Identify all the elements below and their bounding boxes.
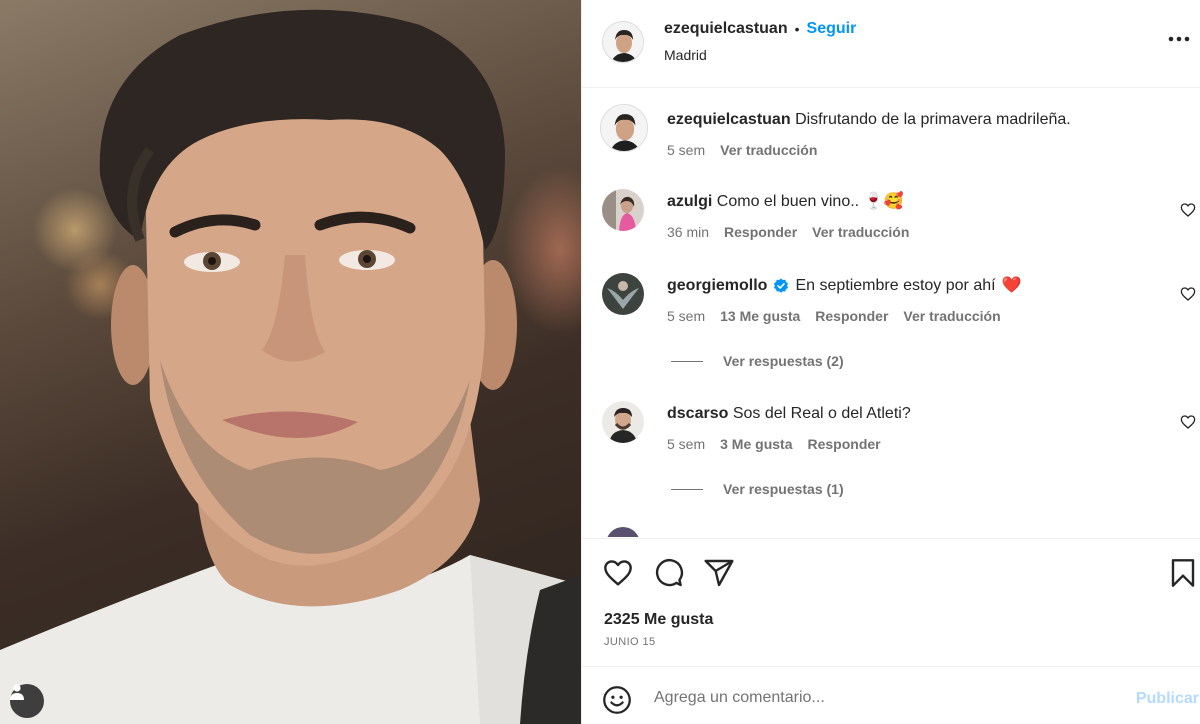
comment-icon[interactable] (652, 557, 684, 589)
comment-time[interactable]: 5 sem (667, 436, 705, 452)
comment-likes-count[interactable]: 3 Me gusta (720, 436, 792, 452)
heart-icon[interactable] (602, 557, 634, 589)
post-location[interactable]: Madrid (664, 47, 707, 63)
follow-button[interactable]: Seguir (807, 20, 857, 38)
caption-time[interactable]: 5 sem (667, 142, 705, 158)
author-avatar[interactable] (602, 21, 644, 63)
view-replies-button[interactable]: Ver respuestas (2) (671, 353, 844, 369)
comment-time[interactable]: 5 sem (667, 308, 705, 324)
comment-text: dscarso Sos del Real o del Atleti? (667, 403, 911, 425)
header-title-line: ezequielcastuan • Seguir (664, 20, 856, 38)
author-username[interactable]: ezequielcastuan (664, 20, 788, 38)
caption-translate-link[interactable]: Ver traducción (720, 142, 817, 158)
comment-text: georgiemollo En septiembre estoy por ahí… (667, 275, 1021, 297)
caption-meta: 5 sem Ver traducción (667, 142, 817, 158)
translate-link[interactable]: Ver traducción (812, 224, 909, 240)
comment-emojis: ❤️ (1001, 277, 1022, 294)
comment-username[interactable]: georgiemollo (667, 275, 767, 297)
more-options-button[interactable] (1168, 28, 1190, 50)
avatar-image (602, 401, 644, 443)
reply-link[interactable]: Responder (724, 224, 797, 240)
comment-message: En septiembre estoy por ahí (795, 277, 996, 294)
translate-link[interactable]: Ver traducción (903, 308, 1000, 324)
comment-meta: 36 min Responder Ver traducción (667, 224, 909, 240)
instagram-post-modal: ezequielcastuan • Seguir Madrid ezequiel… (0, 0, 1200, 724)
comment-like-icon[interactable] (1180, 414, 1196, 430)
caption-avatar[interactable] (600, 104, 648, 152)
comment-avatar[interactable] (602, 189, 644, 231)
comment-meta: 5 sem 13 Me gusta Responder Ver traducci… (667, 308, 1001, 324)
add-comment-bar: Publicar (582, 666, 1200, 724)
caption-text: ezequielcastuan Disfrutando de la primav… (667, 109, 1071, 131)
publish-button[interactable]: Publicar (1136, 690, 1199, 708)
post-header: ezequielcastuan • Seguir Madrid (582, 0, 1200, 88)
tagged-users-button[interactable] (10, 684, 44, 718)
reply-link[interactable]: Responder (807, 436, 880, 452)
post-details-panel: ezequielcastuan • Seguir Madrid ezequiel… (581, 0, 1200, 724)
view-replies-label: Ver respuestas (1) (723, 481, 844, 497)
share-icon[interactable] (703, 557, 735, 589)
replies-divider-line (671, 488, 703, 490)
caption-username[interactable]: ezequielcastuan (667, 111, 791, 128)
user-icon (10, 684, 24, 700)
emoji-icon[interactable] (602, 685, 632, 715)
view-replies-button[interactable]: Ver respuestas (1) (671, 481, 844, 497)
comment-like-icon[interactable] (1180, 202, 1196, 218)
comment-text: azulgi Como el buen vino.. 🍷🥰 (667, 191, 903, 213)
comment-message: Sos del Real o del Atleti? (732, 405, 911, 422)
replies-divider-line (671, 360, 703, 362)
bookmark-icon[interactable] (1167, 557, 1199, 589)
more-horizontal-icon (1168, 36, 1190, 42)
post-photo[interactable] (0, 0, 581, 724)
comment-like-icon[interactable] (1180, 286, 1196, 302)
likes-count[interactable]: 2325 Me gusta (604, 611, 713, 629)
view-replies-label: Ver respuestas (2) (723, 353, 844, 369)
separator-dot: • (794, 21, 800, 37)
comment-input[interactable] (654, 683, 1094, 713)
comment-username[interactable]: dscarso (667, 405, 728, 422)
post-date[interactable]: JUNIO 15 (604, 636, 656, 648)
reply-link[interactable]: Responder (815, 308, 888, 324)
caption-message: Disfrutando de la primavera madrileña. (795, 111, 1071, 128)
avatar-image (601, 105, 647, 151)
comment-time[interactable]: 36 min (667, 224, 709, 240)
comment-emojis: 🍷🥰 (863, 193, 904, 210)
avatar-image (602, 189, 644, 231)
next-comment-avatar (606, 527, 640, 537)
post-actions: 2325 Me gusta JUNIO 15 (582, 538, 1200, 666)
verified-badge-icon (774, 278, 789, 293)
comment-avatar[interactable] (602, 401, 644, 443)
comment-likes-count[interactable]: 13 Me gusta (720, 308, 800, 324)
portrait-illustration (0, 9, 581, 724)
avatar-image (603, 22, 643, 62)
comment-message: Como el buen vino.. (716, 193, 864, 210)
comment-meta: 5 sem 3 Me gusta Responder (667, 436, 881, 452)
comment-avatar[interactable] (602, 273, 644, 315)
comments-list[interactable]: ezequielcastuan Disfrutando de la primav… (582, 89, 1200, 537)
comment-username[interactable]: azulgi (667, 193, 712, 210)
avatar-image (602, 273, 644, 315)
